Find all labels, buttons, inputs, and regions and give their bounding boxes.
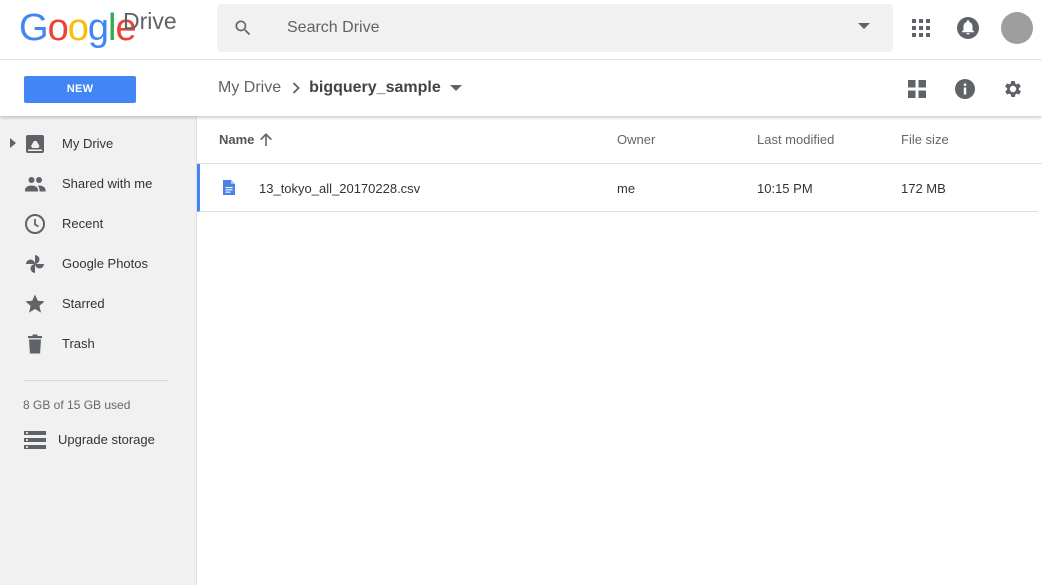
sidebar-item-label: Starred	[62, 296, 105, 311]
product-name: Drive	[123, 8, 177, 34]
search-input[interactable]	[287, 4, 847, 52]
folder-menu-dropdown-icon[interactable]	[449, 84, 462, 92]
file-row[interactable]: 13_tokyo_all_20170228.csv me 10:15 PM 17…	[197, 164, 1038, 212]
people-icon	[25, 177, 46, 192]
search-icon[interactable]	[233, 18, 253, 38]
document-file-icon	[223, 180, 235, 195]
sidebar: My Drive Shared with me Recent Google Ph…	[0, 116, 197, 585]
star-icon	[25, 294, 45, 313]
column-header-name[interactable]: Name	[219, 132, 273, 147]
sidebar-item-shared-with-me[interactable]: Shared with me	[0, 164, 197, 204]
file-owner: me	[617, 181, 636, 196]
storage-stack-icon	[24, 431, 46, 449]
sidebar-divider	[24, 380, 168, 381]
upgrade-storage-link[interactable]: Upgrade storage	[0, 418, 197, 458]
search-bar[interactable]	[217, 4, 893, 52]
chevron-right-icon	[292, 82, 300, 94]
file-list-header: Name Owner Last modified File size	[197, 116, 1042, 164]
file-name[interactable]: 13_tokyo_all_20170228.csv	[259, 181, 420, 196]
logo-letter: G	[19, 7, 49, 49]
expand-arrow-icon[interactable]	[10, 138, 16, 148]
logo-letter: o	[67, 7, 89, 49]
column-header-owner[interactable]: Owner	[617, 132, 655, 147]
sidebar-item-starred[interactable]: Starred	[0, 284, 197, 324]
logo-letter: g	[87, 7, 109, 49]
notifications-bell-icon[interactable]	[956, 16, 980, 40]
sidebar-item-label: Trash	[62, 336, 95, 351]
my-drive-icon	[26, 135, 44, 153]
sidebar-item-label: My Drive	[62, 136, 114, 151]
pinwheel-icon	[26, 255, 44, 273]
trash-icon	[28, 334, 42, 354]
grid-view-icon[interactable]	[906, 78, 928, 100]
upgrade-storage-label: Upgrade storage	[58, 432, 155, 447]
apps-grid-icon[interactable]	[909, 16, 933, 40]
sidebar-item-recent[interactable]: Recent	[0, 204, 197, 244]
info-icon[interactable]	[954, 78, 976, 100]
file-last-modified: 10:15 PM	[757, 181, 813, 196]
top-header: Google Drive	[0, 0, 1042, 60]
google-logo[interactable]: Google	[19, 7, 137, 49]
column-name-label: Name	[219, 132, 255, 147]
logo-letter: o	[47, 7, 69, 49]
storage-usage-text: 8 GB of 15 GB used	[23, 398, 131, 412]
search-options-dropdown-icon[interactable]	[858, 23, 870, 31]
file-size: 172 MB	[901, 181, 946, 196]
sidebar-item-my-drive[interactable]: My Drive	[0, 124, 197, 164]
new-button[interactable]: NEW	[24, 76, 136, 103]
breadcrumb: My Drive bigquery_sample	[218, 77, 462, 99]
column-header-file-size[interactable]: File size	[901, 132, 949, 147]
sidebar-item-trash[interactable]: Trash	[0, 324, 197, 364]
breadcrumb-root[interactable]: My Drive	[218, 79, 281, 97]
sidebar-item-google-photos[interactable]: Google Photos	[0, 244, 197, 284]
clock-icon	[25, 214, 45, 234]
settings-gear-icon[interactable]	[1002, 78, 1024, 100]
google-wordmark: Google	[19, 7, 137, 49]
sidebar-item-label: Recent	[62, 216, 104, 231]
account-avatar[interactable]	[1001, 12, 1033, 44]
sidebar-item-label: Google Photos	[62, 256, 149, 271]
column-header-last-modified[interactable]: Last modified	[757, 132, 834, 147]
file-list: Name Owner Last modified File size 13_to…	[197, 116, 1042, 585]
breadcrumb-current-folder[interactable]: bigquery_sample	[309, 79, 441, 97]
sidebar-item-label: Shared with me	[62, 176, 153, 191]
action-bar: NEW My Drive bigquery_sample	[0, 60, 1042, 116]
sort-arrow-up-icon[interactable]	[260, 133, 273, 146]
